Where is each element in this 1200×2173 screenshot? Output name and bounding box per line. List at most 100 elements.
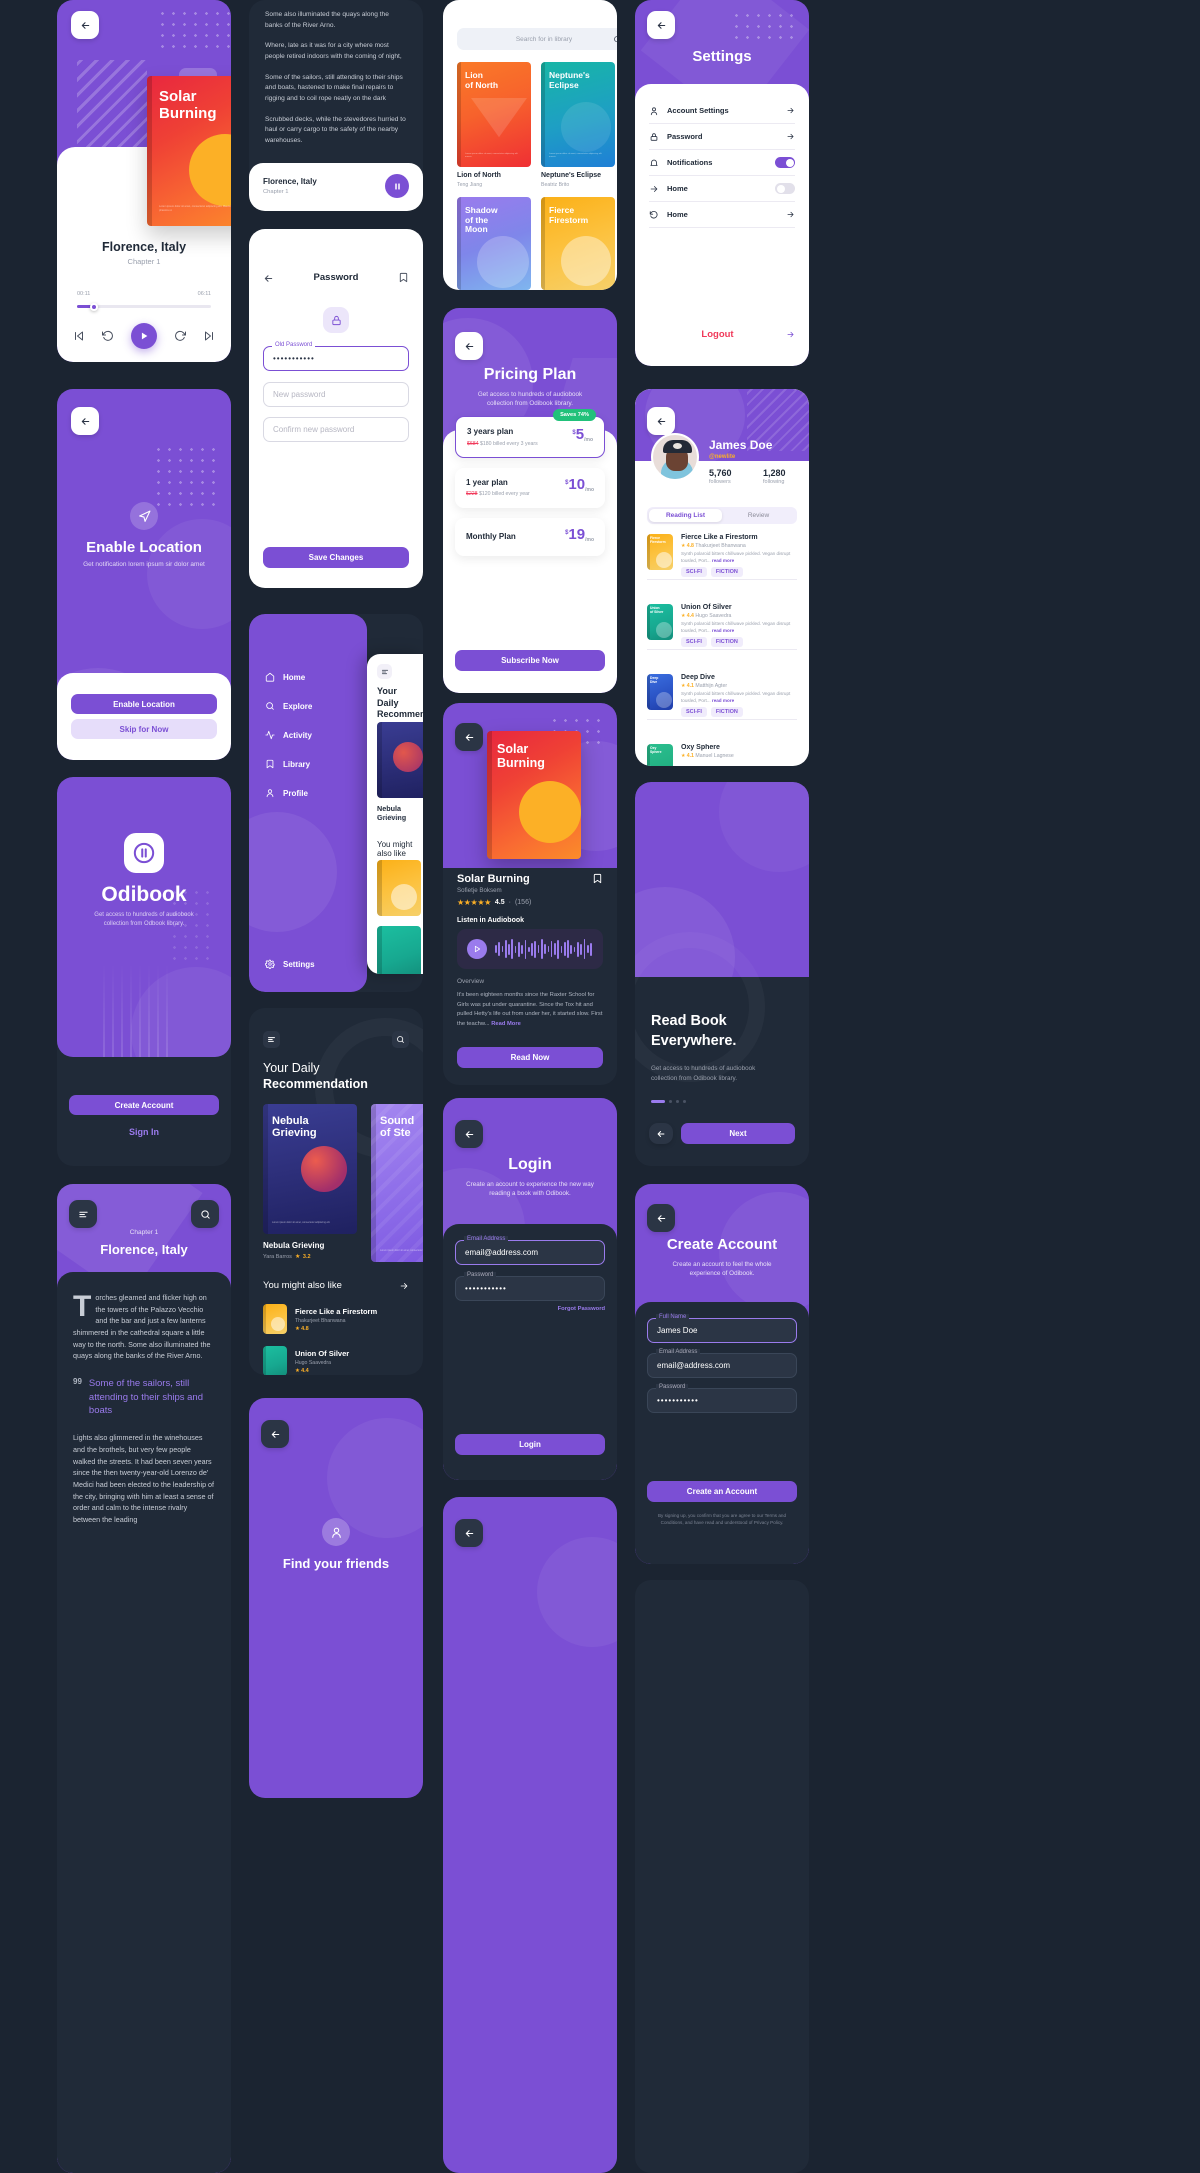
library-book-cover[interactable]: Fierce Firestorm	[541, 197, 615, 290]
player-progress-track[interactable]	[77, 302, 211, 311]
settings-item-home-2[interactable]: Home	[649, 202, 795, 228]
bookmark-icon[interactable]	[398, 272, 409, 283]
also-like-item[interactable]: Union Of Silver Hugo Saavedra ★ 4.4	[263, 1346, 409, 1375]
next-button[interactable]: Next	[681, 1123, 795, 1144]
library-book-cover[interactable]: Neptune's Eclipse Lorem ipsum dolor sit a…	[541, 62, 615, 167]
read-now-button[interactable]: Read Now	[457, 1047, 603, 1068]
save-changes-button[interactable]: Save Changes	[263, 547, 409, 568]
peek-cover[interactable]	[377, 722, 423, 798]
recommend-cover[interactable]: Nebula Grieving Lorem ipsum dolor sit ame…	[263, 1104, 357, 1234]
also-like-item[interactable]: Fierce Like a Firestorm Thakurjeet Bhanw…	[263, 1304, 409, 1334]
book-cover[interactable]: Solar Burning Lorem ipsum dolor sit amet…	[147, 76, 231, 226]
page-dot[interactable]	[683, 1100, 686, 1103]
tab-review[interactable]: Review	[722, 509, 795, 522]
old-password-field[interactable]: Old Password •••••••••••	[263, 342, 409, 371]
pause-button[interactable]	[385, 174, 409, 198]
reader-mini-player: Florence, Italy Chapter 1	[249, 163, 423, 211]
home-icon	[265, 672, 275, 682]
fullname-field[interactable]: Full Name James Doe	[647, 1314, 797, 1343]
library-book-cover[interactable]: Lion of North Lorem ipsum dolor sit amet,…	[457, 62, 531, 167]
book-cover[interactable]: Solar Burning	[487, 731, 581, 859]
home-toggle[interactable]	[775, 183, 795, 194]
play-icon[interactable]	[467, 939, 487, 959]
read-more-link[interactable]: read more	[712, 558, 734, 563]
sign-in-link[interactable]: Sign In	[57, 1127, 231, 1137]
odibook-logo-icon	[124, 833, 164, 873]
menu-item-settings[interactable]: Settings	[265, 959, 315, 969]
email-field[interactable]: Email Address email@address.com	[647, 1349, 797, 1378]
email-field[interactable]: Email Address email@address.com	[455, 1236, 605, 1265]
library-search[interactable]: Search for in library	[457, 28, 617, 50]
settings-item-home-1[interactable]: Home	[649, 176, 795, 202]
back-button[interactable]	[647, 11, 675, 39]
recommend-menu-button[interactable]	[263, 1031, 280, 1048]
create-an-account-button[interactable]: Create an Account	[647, 1481, 797, 1502]
recommend-card[interactable]: Nebula Grieving Lorem ipsum dolor sit ame…	[263, 1104, 357, 1260]
read-more-link[interactable]: Read More	[491, 1021, 521, 1027]
read-more-link[interactable]: read more	[712, 628, 734, 633]
password-field[interactable]: Password •••••••••••	[647, 1384, 797, 1413]
pricing-plan-card[interactable]: 1 year plan $228 $120 billed every year …	[455, 468, 605, 508]
settings-item-notifications[interactable]: Notifications	[649, 150, 795, 176]
reader-menu-button[interactable]	[69, 1200, 97, 1228]
forgot-password-link[interactable]: Forgot Password	[558, 1306, 605, 1312]
library-book-cover[interactable]: Shadow of the Moon	[457, 197, 531, 290]
player-progress-knob[interactable]	[90, 302, 99, 311]
skip-back-icon[interactable]	[73, 330, 85, 342]
rewind-15-icon[interactable]	[102, 330, 114, 342]
create-account-button[interactable]: Create Account	[69, 1095, 219, 1115]
pricing-plan-card[interactable]: Saves 74% 3 years plan $684 $180 billed …	[455, 409, 605, 458]
read-more-link[interactable]: read more	[712, 698, 734, 703]
reader-search-button[interactable]	[191, 1200, 219, 1228]
peek-menu-icon[interactable]	[377, 664, 392, 679]
settings-item-password[interactable]: Password	[649, 124, 795, 150]
onboarding-back-button[interactable]	[649, 1123, 673, 1144]
skip-forward-icon[interactable]	[203, 330, 215, 342]
logout-row[interactable]: Logout	[649, 322, 795, 346]
back-button[interactable]	[71, 11, 99, 39]
notifications-toggle[interactable]	[775, 157, 795, 168]
profile-book-row[interactable]: Deep Dive Deep Dive ★ 4.1 Matthijn Agter …	[647, 674, 797, 720]
page-dot[interactable]	[676, 1100, 679, 1103]
page-dot[interactable]	[669, 1100, 672, 1103]
profile-book-row[interactable]: Union of Silver Union Of Silver ★ 4.4 Hug…	[647, 604, 797, 650]
profile-book-row[interactable]: Fierce Firestorm Fierce Like a Firestorm …	[647, 534, 797, 580]
pricing-plan-card[interactable]: Monthly Plan $ 19 /mo	[455, 518, 605, 556]
back-button[interactable]	[455, 1519, 483, 1547]
settings-item-account[interactable]: Account Settings	[649, 98, 795, 124]
menu-item-profile[interactable]: Profile	[265, 788, 312, 798]
back-button[interactable]	[455, 332, 483, 360]
recommend-card[interactable]: Sound of Ste Lorem ipsum dolor sit amet, …	[371, 1104, 423, 1262]
audiobook-player[interactable]	[457, 929, 603, 969]
menu-item-activity[interactable]: Activity	[265, 730, 312, 740]
skip-for-now-button[interactable]: Skip for Now	[71, 719, 217, 739]
peek-cover-3[interactable]	[377, 926, 421, 974]
menu-item-explore[interactable]: Explore	[265, 701, 312, 711]
back-button[interactable]	[261, 1420, 289, 1448]
new-password-field[interactable]: New password	[263, 382, 409, 407]
side-menu-peek[interactable]: Your Daily Recommendation Nebula Grievin…	[367, 654, 423, 974]
recommend-search-button[interactable]	[392, 1031, 409, 1048]
page-dot-active[interactable]	[651, 1100, 665, 1103]
recommend-cover[interactable]: Sound of Ste Lorem ipsum dolor sit amet, …	[371, 1104, 423, 1262]
back-button[interactable]	[647, 407, 675, 435]
confirm-password-field[interactable]: Confirm new password	[263, 417, 409, 442]
login-button[interactable]: Login	[455, 1434, 605, 1455]
menu-item-library[interactable]: Library	[265, 759, 312, 769]
back-button[interactable]	[647, 1204, 675, 1232]
password-field[interactable]: Password •••••••••••	[455, 1272, 605, 1301]
search-icon[interactable]	[613, 35, 617, 44]
peek-cover-2[interactable]	[377, 860, 421, 916]
arrow-right-icon[interactable]	[399, 1281, 409, 1291]
menu-item-home[interactable]: Home	[265, 672, 312, 682]
back-button[interactable]	[455, 1120, 483, 1148]
forward-15-icon[interactable]	[174, 330, 186, 342]
profile-book-row[interactable]: Oxy Sphere Oxy Sphere ★ 4.1 Manuel Lagnes…	[647, 744, 797, 766]
enable-location-button[interactable]: Enable Location	[71, 694, 217, 714]
tab-reading-list[interactable]: Reading List	[649, 509, 722, 522]
back-button[interactable]	[71, 407, 99, 435]
back-button[interactable]	[455, 723, 483, 751]
subscribe-now-button[interactable]: Subscribe Now	[455, 650, 605, 671]
bookmark-icon[interactable]	[592, 873, 603, 884]
play-button[interactable]	[131, 323, 157, 349]
